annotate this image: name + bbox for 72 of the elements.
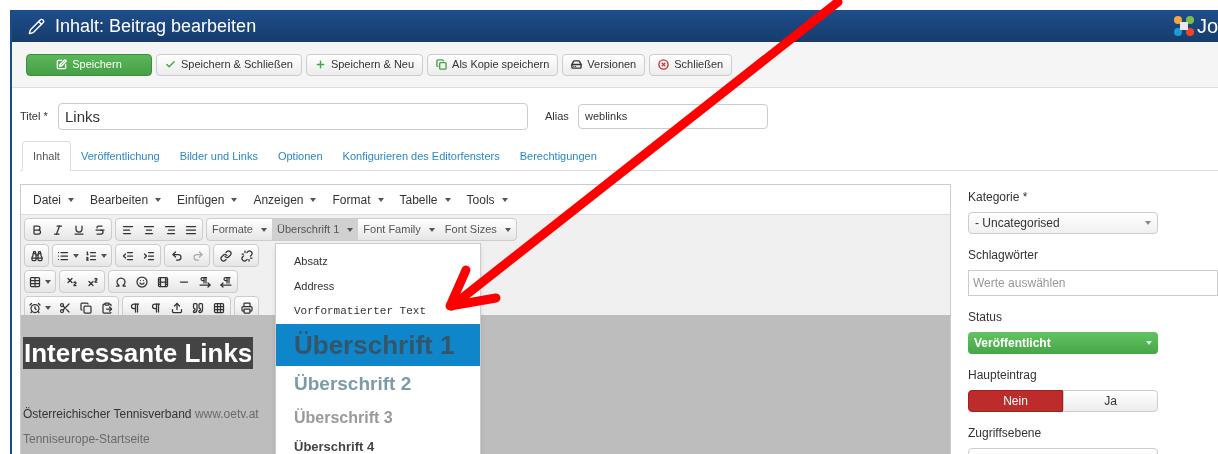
drive-icon: [571, 59, 583, 70]
pencil-icon: [28, 17, 45, 35]
menu-item[interactable]: Überschrift 4: [276, 433, 480, 454]
caret-icon: [68, 197, 74, 202]
toolbar-button[interactable]: Speichern & Schließen: [156, 53, 302, 76]
editor-menu[interactable]: Format: [324, 187, 392, 212]
tab[interactable]: Optionen: [267, 141, 333, 171]
toolbar-button[interactable]: Als Kopie speichern: [427, 53, 559, 76]
bullet-list-icon: [57, 249, 69, 262]
logo-text: Jo: [1196, 16, 1218, 36]
editor-menu[interactable]: Tabelle: [391, 187, 459, 212]
numbered-list-icon: [85, 249, 97, 262]
tab[interactable]: Konfigurieren des Editorfensters: [332, 141, 510, 171]
alias-field[interactable]: weblinks: [578, 103, 768, 129]
plus-icon: [314, 59, 326, 70]
format-dropdown[interactable]: Formate: [207, 219, 272, 240]
toolbar-button[interactable]: Versionen: [562, 53, 646, 76]
title-field[interactable]: Links: [58, 102, 528, 130]
tab[interactable]: Inhalt: [22, 141, 71, 171]
caret-icon: [260, 227, 267, 232]
caret-icon: [444, 197, 451, 202]
toggle-option[interactable]: Ja: [1063, 390, 1158, 412]
caret-icon: [73, 253, 79, 258]
editor-menu[interactable]: Tools: [458, 187, 516, 212]
editor-menu[interactable]: Einfügen: [169, 187, 246, 212]
caret-icon: [45, 305, 51, 310]
field-label: Haupteintrag: [968, 367, 1038, 384]
editor-menu[interactable]: Anzeigen: [245, 187, 325, 212]
page-title: Inhalt: Beitrag bearbeiten: [55, 14, 257, 38]
menu-item[interactable]: Address: [276, 274, 480, 299]
field-label: Kategorie *: [968, 189, 1029, 206]
select-field[interactable]: - Uncategorised: [968, 212, 1158, 234]
caret-icon: [231, 197, 238, 202]
format-dropdown[interactable]: Überschrift 1: [271, 219, 359, 240]
caret-icon: [101, 253, 107, 258]
caret-icon: [501, 197, 508, 202]
copy-icon: [436, 59, 448, 70]
tab[interactable]: Veröffentlichung: [70, 141, 170, 171]
caret-icon: [45, 279, 51, 284]
menu-item[interactable]: Absatz: [276, 249, 480, 274]
caret-icon: [1146, 341, 1152, 345]
field-label: Alias: [545, 108, 570, 124]
edit-icon: [56, 59, 68, 70]
toggle-option[interactable]: Nein: [968, 390, 1063, 412]
field-label: Status: [968, 309, 1004, 326]
field-label: Zugriffsebene: [968, 425, 1043, 442]
caret-icon: [1145, 221, 1151, 225]
caret-icon: [428, 227, 435, 232]
caret-icon: [504, 227, 511, 232]
format-dropdown[interactable]: Font Sizes: [439, 219, 516, 240]
caret-icon: [377, 197, 384, 202]
menu-item[interactable]: Vorformatierter Text: [276, 299, 480, 324]
format-dropdown[interactable]: Font Family: [358, 219, 440, 240]
toolbar-button[interactable]: Schließen: [649, 53, 733, 76]
caret-icon: [310, 197, 317, 202]
content-heading: Interessante Links: [23, 337, 254, 369]
check-icon: [165, 59, 176, 70]
caret-icon: [347, 227, 354, 232]
field-label: Titel *: [20, 108, 49, 124]
editor-menu[interactable]: Bearbeiten: [82, 187, 170, 212]
caret-icon: [155, 197, 162, 202]
table-icon: [29, 275, 41, 288]
editor-menu[interactable]: Datei: [25, 187, 82, 212]
close-icon: [658, 59, 670, 70]
tab[interactable]: Bilder und Links: [169, 141, 268, 171]
clock-icon: [29, 301, 41, 314]
logo-icon: [1172, 15, 1195, 37]
toolbar-button[interactable]: Speichern & Neu: [305, 53, 424, 76]
tab[interactable]: Berechtigungen: [509, 141, 607, 171]
content-paragraph: Österreichischer Tennisverband www.oetv.at: [23, 407, 259, 422]
tags-field[interactable]: Werte auswählen: [968, 270, 1218, 296]
field-label: Schlagwörter: [968, 247, 1040, 264]
